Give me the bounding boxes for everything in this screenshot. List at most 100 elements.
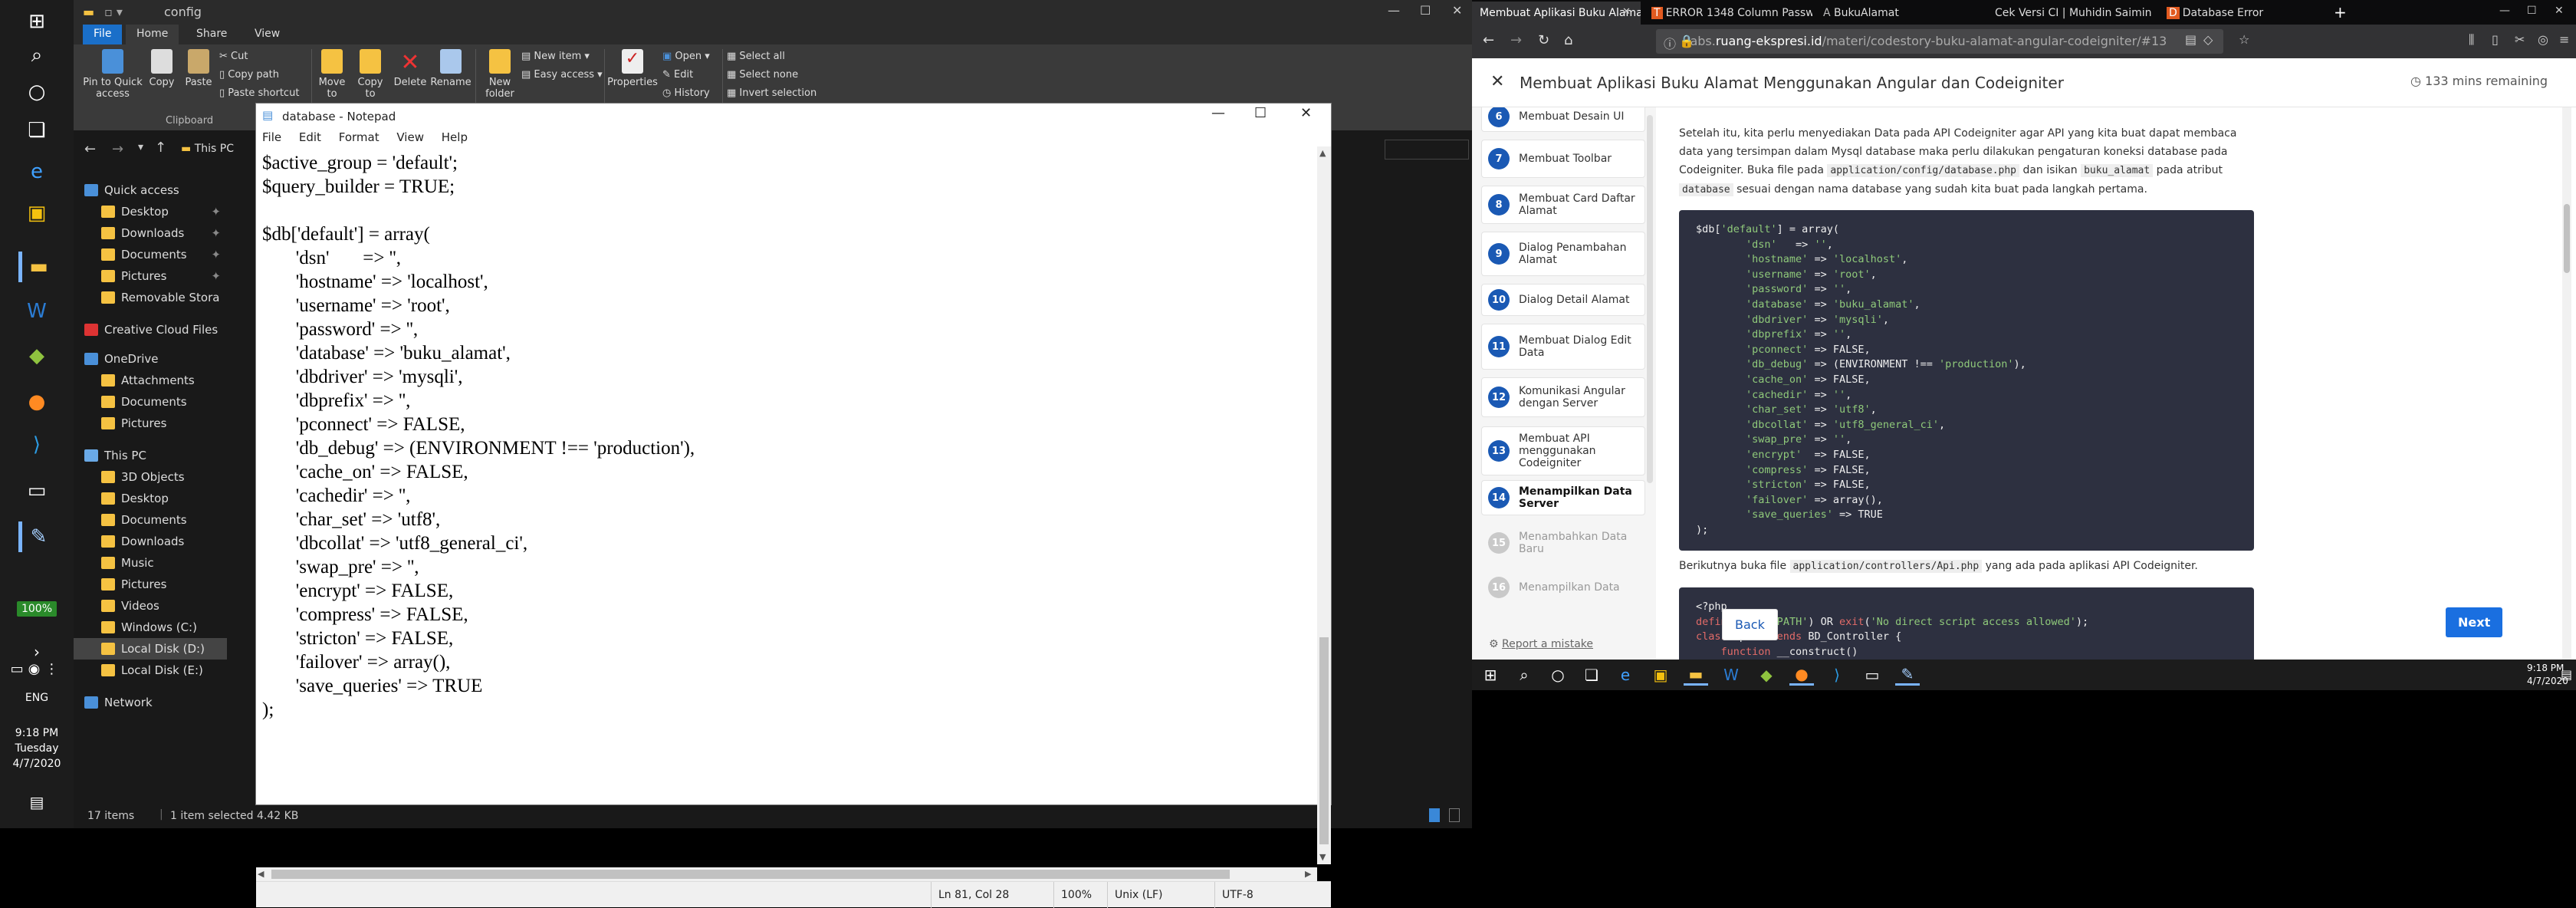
language-indicator[interactable]: ENG xyxy=(0,692,74,704)
lesson-item-16[interactable]: 16 Menampilkan Data xyxy=(1481,571,1645,604)
screenshot-icon[interactable]: ✂ xyxy=(2515,32,2525,47)
recent-dropdown-icon[interactable]: ▾ xyxy=(138,141,143,153)
minimize-icon[interactable]: — xyxy=(1388,3,1400,18)
notepad-icon[interactable]: ✎ xyxy=(1895,664,1920,686)
info-icon[interactable]: ⓘ xyxy=(1664,34,1676,52)
back-arrow-icon[interactable]: ← xyxy=(1483,32,1494,48)
firefox-icon[interactable]: ● xyxy=(1789,664,1814,686)
history-button[interactable]: ◷ History xyxy=(662,87,710,99)
layers-app-icon[interactable]: ◆ xyxy=(1754,664,1779,686)
properties-button[interactable]: ✓ Properties xyxy=(607,49,658,88)
tab-view[interactable]: View xyxy=(244,25,291,44)
lesson-item-12[interactable]: 12 Komunikasi Angular dengan Server xyxy=(1481,377,1645,417)
hscroll-thumb[interactable] xyxy=(271,870,1230,879)
lesson-item-9[interactable]: 9 Dialog Penambahan Alamat xyxy=(1481,232,1645,276)
firefox-icon[interactable]: ● xyxy=(18,387,55,417)
horizontal-scrollbar[interactable]: ◀ ▶ xyxy=(256,867,1317,881)
lesson-item-15[interactable]: 15 Menambahkan Data Baru xyxy=(1481,525,1645,561)
home-icon[interactable]: ⌂ xyxy=(1564,32,1572,48)
menu-file[interactable]: File xyxy=(262,130,281,144)
nav-item[interactable]: Videos xyxy=(74,595,227,617)
terminal-icon[interactable]: ▭ xyxy=(1860,664,1884,686)
word-icon[interactable]: W xyxy=(18,296,55,327)
nav-item[interactable]: Windows (C:) xyxy=(74,617,227,638)
minimize-icon[interactable]: — xyxy=(2499,5,2510,17)
lesson-item-13[interactable]: 13 Membuat API menggunakan Codeigniter xyxy=(1481,426,1645,475)
browser-tab-error[interactable]: T ERROR 1348 Column Passwo xyxy=(1644,2,1812,25)
nav-item[interactable]: Documents xyxy=(74,509,227,531)
edit-button[interactable]: ✎ Edit xyxy=(662,69,693,81)
notepad-text-area[interactable]: $active_group = 'default'; $query_builder… xyxy=(256,146,1317,867)
library-icon[interactable]: ⫼ xyxy=(2469,32,2474,48)
copy-path-button[interactable]: ▯ Copy path xyxy=(219,69,279,81)
nav-item[interactable]: Downloads xyxy=(74,531,227,552)
nav-item[interactable]: Network xyxy=(74,692,227,713)
scroll-right-icon[interactable]: ▶ xyxy=(1305,869,1311,879)
copy-to-button[interactable]: Copy to xyxy=(351,49,389,100)
browser-tab-db-error[interactable]: D Database Error xyxy=(2159,2,2328,25)
lesson-item-7[interactable]: 7 Membuat Toolbar xyxy=(1481,140,1645,178)
nav-item[interactable]: Desktop xyxy=(74,488,227,509)
cut-button[interactable]: ✂ Cut xyxy=(219,51,248,62)
browser-tab-course[interactable]: Membuat Aplikasi Buku Alamat M xyxy=(1472,2,1641,25)
tab-close-icon[interactable]: ✕ xyxy=(1622,6,1631,18)
clock-time[interactable]: 9:18 PM xyxy=(2527,663,2564,673)
reload-icon[interactable]: ↻ xyxy=(1538,32,1549,48)
up-arrow-icon[interactable]: ↑ xyxy=(155,140,166,156)
nav-item[interactable]: Creative Cloud Files xyxy=(74,319,227,340)
nav-item[interactable]: 3D Objects xyxy=(74,466,227,488)
close-icon[interactable]: ✕ xyxy=(1452,3,1462,18)
copy-button[interactable]: Copy xyxy=(144,49,179,88)
file-explorer-icon[interactable]: ▬ xyxy=(1684,664,1708,686)
paste-shortcut-button[interactable]: ▯ Paste shortcut xyxy=(219,87,299,99)
nav-item[interactable]: Local Disk (D:) xyxy=(74,638,227,660)
forward-arrow-icon[interactable]: → xyxy=(112,141,123,157)
terminal-icon[interactable]: ▭ xyxy=(18,475,55,506)
store-icon[interactable]: ▣ xyxy=(1648,664,1673,686)
edge-icon[interactable]: e xyxy=(18,156,55,187)
select-all-button[interactable]: ▦ Select all xyxy=(727,51,785,62)
nav-item[interactable]: Pictures ✦ xyxy=(74,265,227,287)
pocket-icon[interactable]: ◇ xyxy=(2203,32,2213,47)
menu-view[interactable]: View xyxy=(396,130,424,144)
invert-selection-button[interactable]: ▦ Invert selection xyxy=(727,87,816,99)
nav-item[interactable]: Documents xyxy=(74,391,227,413)
back-button[interactable]: Back xyxy=(1722,609,1778,640)
forward-arrow-icon[interactable]: → xyxy=(1510,32,1522,48)
maximize-icon[interactable]: ☐ xyxy=(1254,105,1267,121)
file-explorer-icon[interactable]: ▬ xyxy=(18,252,55,282)
vscode-icon[interactable]: ⟩ xyxy=(1825,664,1849,686)
new-item-button[interactable]: ▤ New item ▾ xyxy=(521,51,590,62)
content-scroll-thumb[interactable] xyxy=(2564,204,2570,273)
close-icon[interactable]: ✕ xyxy=(2555,5,2564,17)
minimize-icon[interactable]: — xyxy=(1211,105,1225,121)
nav-item[interactable]: Quick access xyxy=(74,179,227,201)
reader-view-icon[interactable]: ▤ xyxy=(2185,32,2196,47)
sidebar-icon[interactable]: ▯ xyxy=(2492,32,2499,47)
maximize-icon[interactable]: ☐ xyxy=(1420,3,1431,18)
task-view-icon[interactable]: ❏ xyxy=(1579,664,1604,686)
start-windows-icon[interactable]: ⊞ xyxy=(1478,664,1503,686)
menu-edit[interactable]: Edit xyxy=(299,130,321,144)
start-windows-icon[interactable]: ⊞ xyxy=(18,6,55,37)
lesson-item-8[interactable]: 8 Membuat Card Daftar Alamat xyxy=(1481,186,1645,224)
word-icon[interactable]: W xyxy=(1719,664,1743,686)
browser-tab-bukualamat[interactable]: A BukuAlamat xyxy=(1815,2,1984,25)
vscode-icon[interactable]: ⟩ xyxy=(18,429,55,460)
quick-access-toolbar[interactable]: ▫ ▾ xyxy=(104,5,123,19)
url-bar[interactable]: ⓘ 🔒 labs.ruang-ekspresi.id/materi/codest… xyxy=(1656,29,2223,54)
scroll-left-icon[interactable]: ◀ xyxy=(258,869,264,879)
lesson-item-6[interactable]: 6 Membuat Desain UI xyxy=(1481,107,1645,132)
vertical-scrollbar[interactable]: ▲ ▼ xyxy=(1317,146,1331,864)
nav-item[interactable]: Pictures xyxy=(74,413,227,434)
nav-item[interactable]: This PC xyxy=(74,445,227,466)
tab-share[interactable]: Share xyxy=(186,25,238,44)
layers-app-icon[interactable]: ◆ xyxy=(18,340,55,371)
close-icon[interactable]: ✕ xyxy=(1300,105,1312,121)
search-box[interactable] xyxy=(1385,140,1469,160)
nav-item[interactable]: Music xyxy=(74,552,227,574)
scroll-thumb[interactable] xyxy=(1319,637,1329,844)
select-none-button[interactable]: ▦ Select none xyxy=(727,69,798,81)
report-mistake-link[interactable]: ⚙ Report a mistake xyxy=(1489,638,1593,650)
open-button[interactable]: ▣ Open ▾ xyxy=(662,51,710,62)
